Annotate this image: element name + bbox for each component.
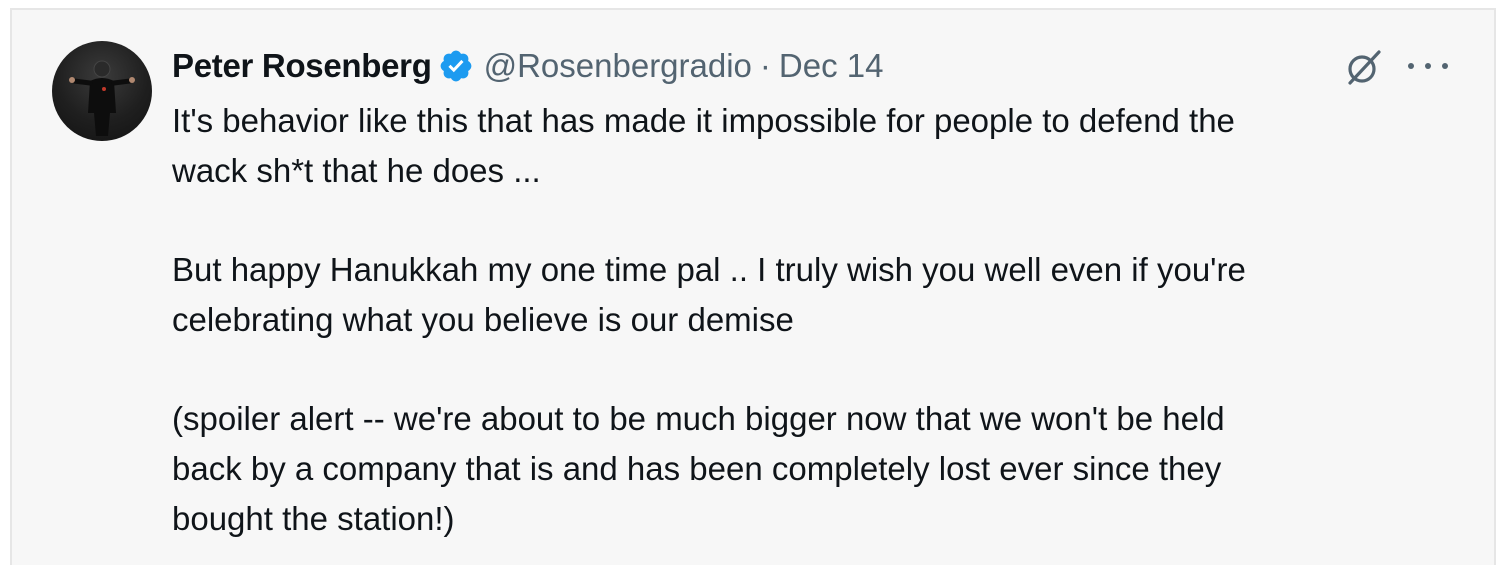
more-dot [1442,63,1448,69]
tweet-paragraph: But happy Hanukkah my one time pal .. I … [172,251,1246,338]
tweet-date[interactable]: Dec 14 [779,47,884,85]
more-options-icon[interactable] [1408,52,1448,80]
more-dot [1425,63,1431,69]
more-dot [1408,63,1414,69]
author-name[interactable]: Peter Rosenberg [172,47,432,85]
header-separator: · [759,47,771,84]
tweet-paragraph: (spoiler alert -- we're about to be much… [172,400,1225,537]
tweet-header: Peter Rosenberg @Rosenbergradio · Dec 14 [172,44,883,88]
avatar-person-image [69,60,135,136]
tweet-text: It's behavior like this that has made it… [172,96,1432,543]
grok-icon[interactable] [1343,46,1385,88]
verified-badge-icon [440,50,471,82]
avatar[interactable] [52,41,152,141]
tweet-paragraph: It's behavior like this that has made it… [172,102,1235,189]
author-handle[interactable]: @Rosenbergradio [484,47,752,85]
